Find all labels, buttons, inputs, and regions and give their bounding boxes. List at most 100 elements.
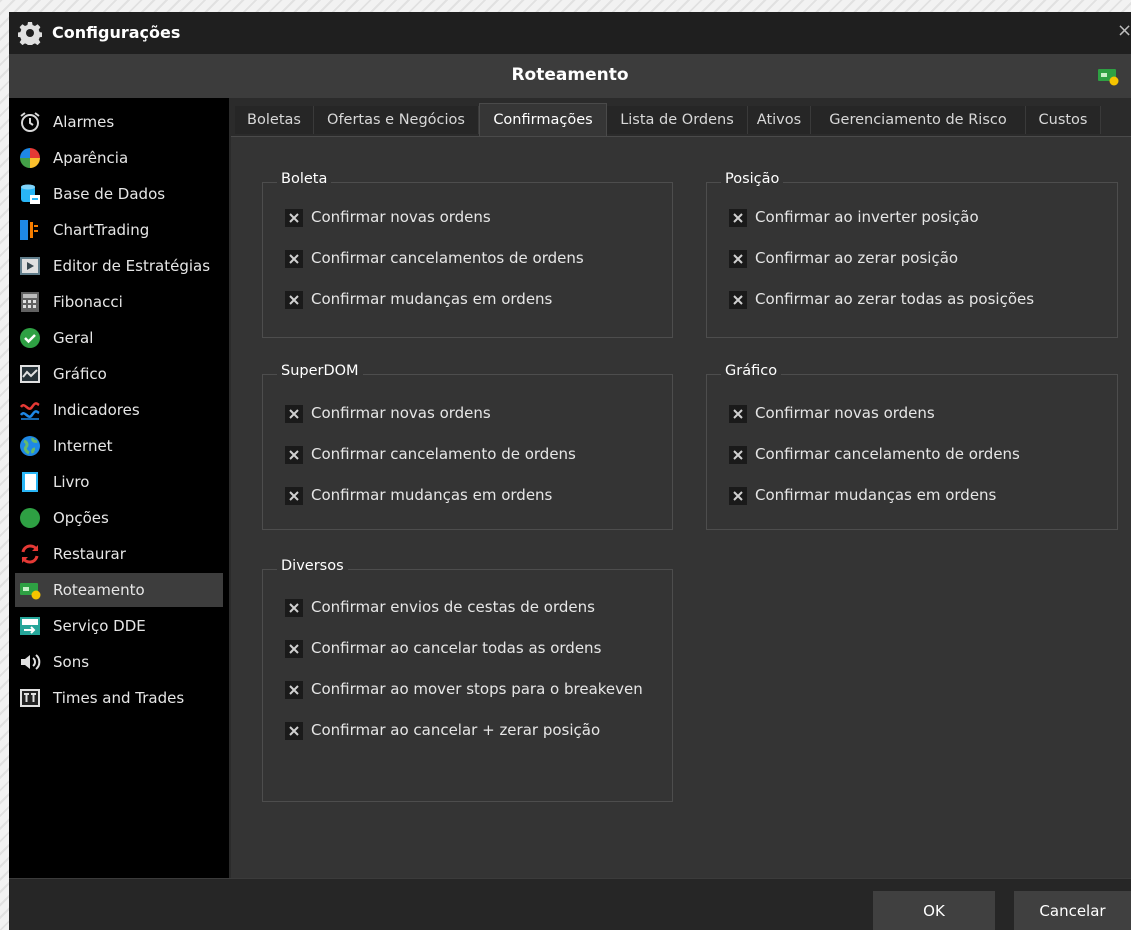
checkbox-checked[interactable] xyxy=(285,599,303,617)
checkbox-label: Confirmar mudanças em ordens xyxy=(755,486,997,504)
group-title: Gráfico xyxy=(721,363,782,379)
sidebar-item-label: Geral xyxy=(53,329,94,347)
group-posicao: Posição Confirmar ao inverter posição Co… xyxy=(706,171,1118,338)
sidebar-item-roteamento[interactable]: Roteamento xyxy=(15,573,223,607)
restore-arrows-icon xyxy=(21,544,39,564)
checkbox-checked[interactable] xyxy=(285,291,303,309)
sidebar-item-label: Internet xyxy=(53,437,113,455)
sidebar-item-aparencia[interactable]: Aparência xyxy=(15,141,223,175)
dialog-footer: OK Cancelar xyxy=(9,878,1131,930)
color-wheel-icon xyxy=(20,148,40,168)
sidebar-item-servico-dde[interactable]: Serviço DDE xyxy=(15,609,223,643)
dde-service-icon xyxy=(20,617,40,635)
group-diversos: Diversos Confirmar envios de cestas de o… xyxy=(262,558,673,802)
checkbox-checked[interactable] xyxy=(285,446,303,464)
sidebar-item-label: Serviço DDE xyxy=(53,617,146,635)
close-icon[interactable]: × xyxy=(1117,22,1131,40)
checkbox-checked[interactable] xyxy=(729,250,747,268)
checkbox-label: Confirmar cancelamento de ordens xyxy=(311,445,576,463)
group-grafico: Gráfico Confirmar novas ordens Confirmar… xyxy=(706,363,1118,530)
database-icon xyxy=(21,184,40,204)
tab-boletas[interactable]: Boletas xyxy=(235,106,314,134)
checkbox-label: Confirmar mudanças em ordens xyxy=(311,486,553,504)
checkbox-label: Confirmar envios de cestas de ordens xyxy=(311,598,595,616)
window-title: Configurações xyxy=(52,23,181,42)
routing-icon xyxy=(20,583,41,600)
checkbox-label: Confirmar novas ordens xyxy=(755,404,935,422)
checkbox-label: Confirmar ao inverter posição xyxy=(755,208,979,226)
checkbox-label: Confirmar novas ordens xyxy=(311,208,491,226)
sidebar-item-base-de-dados[interactable]: Base de Dados xyxy=(15,177,223,211)
checkbox-label: Confirmar ao zerar posição xyxy=(755,249,959,267)
checkbox-checked[interactable] xyxy=(729,446,747,464)
sidebar-item-editor-de-estrategias[interactable]: Editor de Estratégias xyxy=(15,249,223,283)
sidebar-item-label: Aparência xyxy=(53,149,129,167)
sidebar-item-alarmes[interactable]: Alarmes xyxy=(15,105,223,139)
sidebar-item-grafico[interactable]: Gráfico xyxy=(15,357,223,391)
play-editor-icon xyxy=(20,257,40,275)
line-chart-icon xyxy=(20,365,40,383)
sidebar-item-label: Fibonacci xyxy=(53,293,123,311)
calculator-icon xyxy=(21,292,39,312)
sidebar-item-charttrading[interactable]: ChartTrading xyxy=(15,213,223,247)
sidebar-item-internet[interactable]: Internet xyxy=(15,429,223,463)
checkbox-checked[interactable] xyxy=(285,209,303,227)
checkbox-checked[interactable] xyxy=(285,681,303,699)
sidebar-item-label: ChartTrading xyxy=(53,221,150,239)
checkbox-checked[interactable] xyxy=(285,250,303,268)
sidebar-item-geral[interactable]: Geral xyxy=(15,321,223,355)
tab-gerenciamento-de-risco[interactable]: Gerenciamento de Risco xyxy=(811,106,1026,134)
checkbox-checked[interactable] xyxy=(285,487,303,505)
title-bar[interactable]: Configurações × xyxy=(9,12,1131,54)
gear-icon xyxy=(18,22,42,45)
tab-custos[interactable]: Custos xyxy=(1026,106,1101,134)
tab-ativos[interactable]: Ativos xyxy=(748,106,811,134)
sidebar-item-label: Times and Trades xyxy=(53,689,185,707)
indicators-icon xyxy=(19,402,40,420)
group-boleta: Boleta Confirmar novas ordens Confirmar … xyxy=(262,171,673,338)
sidebar-item-sons[interactable]: Sons xyxy=(15,645,223,679)
tab-lista-de-ordens[interactable]: Lista de Ordens xyxy=(607,106,748,134)
globe-icon xyxy=(20,436,40,456)
sidebar-item-label: Base de Dados xyxy=(53,185,166,203)
sidebar-item-label: Restaurar xyxy=(53,545,126,563)
sidebar-item-label: Indicadores xyxy=(53,401,140,419)
sidebar-item-label: Opções xyxy=(53,509,109,527)
group-title: Boleta xyxy=(277,171,332,187)
checkbox-checked[interactable] xyxy=(285,722,303,740)
book-icon xyxy=(22,472,38,492)
checkbox-checked[interactable] xyxy=(285,640,303,658)
chart-trading-icon xyxy=(20,220,38,240)
sidebar-item-indicadores[interactable]: Indicadores xyxy=(15,393,223,427)
ok-button[interactable]: OK xyxy=(873,891,995,930)
section-title: Roteamento xyxy=(511,65,629,85)
sidebar-item-opcoes[interactable]: Opções xyxy=(15,501,223,535)
settings-window: Configurações × Roteamento Alarmes Aparê… xyxy=(9,12,1131,930)
routing-icon xyxy=(1098,69,1119,86)
checkbox-checked[interactable] xyxy=(285,405,303,423)
checkbox-label: Confirmar ao cancelar + zerar posição xyxy=(311,721,601,739)
speaker-icon xyxy=(21,654,41,670)
sidebar-item-restaurar[interactable]: Restaurar xyxy=(15,537,223,571)
checkbox-checked[interactable] xyxy=(729,291,747,309)
tab-confirmacoes[interactable]: Confirmações xyxy=(479,103,607,138)
checkbox-checked[interactable] xyxy=(729,487,747,505)
group-superdom: SuperDOM Confirmar novas ordens Confirma… xyxy=(262,363,673,530)
checkmark-circle-icon xyxy=(20,328,40,348)
checkbox-checked[interactable] xyxy=(729,405,747,423)
checkbox-checked[interactable] xyxy=(729,209,747,227)
checkbox-label: Confirmar ao cancelar todas as ordens xyxy=(311,639,602,657)
section-header: Roteamento xyxy=(9,54,1131,98)
cancel-button[interactable]: Cancelar xyxy=(1014,891,1131,930)
tab-ofertas-e-negocios[interactable]: Ofertas e Negócios xyxy=(314,106,479,134)
sidebar-item-times-and-trades[interactable]: Times and Trades xyxy=(15,681,223,715)
group-title: SuperDOM xyxy=(277,363,363,379)
sidebar-item-label: Sons xyxy=(53,653,90,671)
alarm-clock-icon xyxy=(20,112,40,132)
options-circle-icon xyxy=(20,508,40,528)
sidebar-item-label: Editor de Estratégias xyxy=(53,257,211,275)
checkbox-label: Confirmar cancelamentos de ordens xyxy=(311,249,584,267)
checkbox-label: Confirmar ao mover stops para o breakeve… xyxy=(311,680,643,698)
sidebar-item-fibonacci[interactable]: Fibonacci xyxy=(15,285,223,319)
sidebar-item-livro[interactable]: Livro xyxy=(15,465,223,499)
